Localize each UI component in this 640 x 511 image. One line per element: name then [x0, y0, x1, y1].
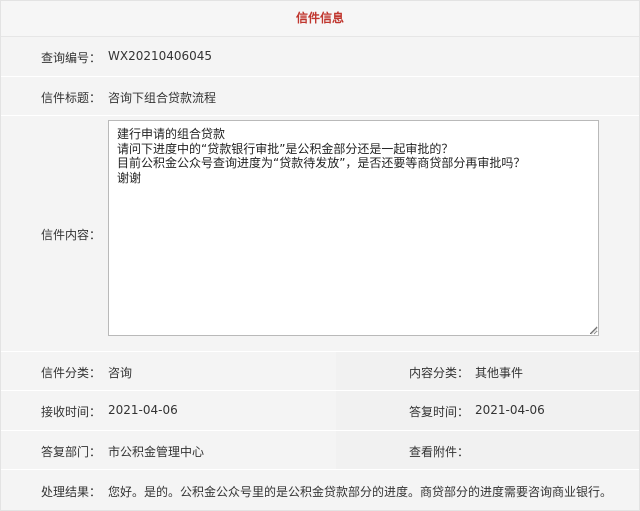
query-no-value: WX20210406045: [108, 49, 213, 63]
content-category-value: 其他事件: [475, 366, 524, 380]
subject-label: 信件标题：: [40, 91, 101, 105]
row-category: 信件分类： 咨询 内容分类： 其他事件: [1, 352, 639, 391]
received-time-value: 2021-04-06: [108, 403, 178, 417]
result-value: 您好。是的。公积金公众号里的是公积金贷款部分的进度。商贷部分的进度需要咨询商业银…: [108, 485, 613, 499]
panel-title: 信件信息: [1, 1, 639, 37]
category-label: 信件分类：: [40, 366, 101, 380]
reply-dept-value: 市公积金管理中心: [108, 445, 205, 459]
row-dept: 答复部门： 市公积金管理中心 查看附件：: [1, 431, 639, 470]
resize-grip-icon[interactable]: [590, 327, 598, 335]
row-query-no: 查询编号： WX20210406045: [1, 37, 639, 77]
content-label: 信件内容：: [40, 228, 101, 242]
reply-dept-label: 答复部门：: [40, 445, 101, 459]
reply-time-value: 2021-04-06: [475, 403, 545, 417]
category-value: 咨询: [108, 366, 133, 380]
row-time: 接收时间： 2021-04-06 答复时间： 2021-04-06: [1, 391, 639, 431]
received-time-label: 接收时间：: [40, 405, 101, 419]
subject-value: 咨询下组合贷款流程: [108, 91, 217, 105]
reply-time-label: 答复时间：: [408, 405, 469, 419]
content-category-label: 内容分类：: [408, 366, 469, 380]
row-result: 处理结果： 您好。是的。公积金公众号里的是公积金贷款部分的进度。商贷部分的进度需…: [1, 470, 639, 510]
content-textarea[interactable]: 建行申请的组合贷款 请问下进度中的“贷款银行审批”是公积金部分还是一起审批的？ …: [108, 120, 599, 336]
query-no-label: 查询编号：: [40, 51, 101, 65]
letter-info-panel: 信件信息 查询编号： WX20210406045 信件标题： 咨询下组合贷款流程…: [0, 0, 640, 511]
row-subject: 信件标题： 咨询下组合贷款流程: [1, 77, 639, 116]
result-label: 处理结果：: [40, 485, 101, 499]
attachments-label: 查看附件：: [408, 445, 469, 459]
